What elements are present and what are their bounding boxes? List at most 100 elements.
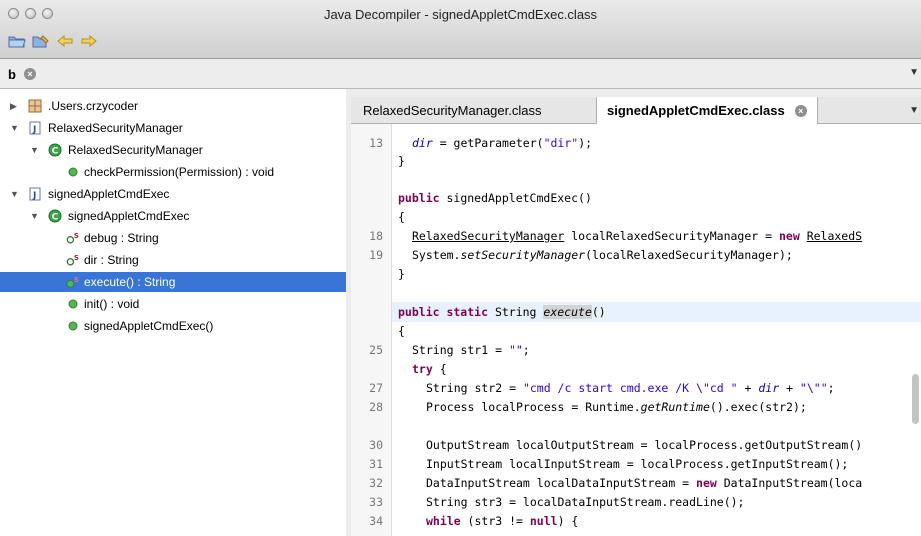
close-icon[interactable]: × [23, 68, 36, 80]
app-window: Java Decompiler - signedAppletCmdExec.cl… [0, 0, 921, 536]
collapse-triangle-icon[interactable]: ▼ [30, 211, 39, 221]
window-title: Java Decompiler - signedAppletCmdExec.cl… [323, 7, 598, 22]
svg-text:S: S [74, 232, 79, 240]
line-number: 13 [369, 136, 383, 150]
svg-text:S: S [74, 276, 79, 284]
method-icon [68, 299, 78, 309]
forward-arrow-icon[interactable] [80, 33, 98, 49]
class-icon: C [48, 143, 62, 157]
tree-item-file[interactable]: ▼ J signedAppletCmdExec [0, 184, 346, 204]
scrollbar-thumb[interactable] [912, 374, 919, 424]
tree-item-label: RelaxedSecurityManager [48, 121, 183, 135]
open-folder-icon[interactable] [8, 33, 26, 49]
tree-item-label: execute() : String [84, 275, 176, 289]
vertical-scrollbar[interactable] [912, 124, 919, 536]
tab-label: signedAppletCmdExec.class [607, 103, 785, 118]
header-tab-row: b × ▼ [0, 59, 921, 89]
code-line: while (str3 != null) { [426, 514, 579, 528]
svg-text:C: C [52, 213, 59, 223]
collapse-triangle-icon[interactable]: ▼ [30, 145, 39, 155]
static-field-icon: S [66, 254, 79, 266]
line-number: 27 [369, 381, 383, 395]
code-line: try { [412, 362, 447, 376]
static-method-icon: S [66, 276, 79, 288]
header-tab[interactable]: b × [8, 64, 36, 84]
tree-item-label: debug : String [84, 231, 159, 245]
svg-text:S: S [74, 254, 79, 262]
line-number: 19 [369, 248, 383, 262]
tree-item-label: signedAppletCmdExec() [84, 319, 214, 333]
code-line: public static String execute() [398, 305, 606, 319]
view-menu-icon[interactable]: ▼ [909, 67, 919, 78]
tree-item-label: init() : void [84, 297, 140, 311]
tree-item-method-selected[interactable]: S execute() : String [0, 272, 346, 292]
code-editor[interactable]: 13 dir = getParameter("dir"); } public s… [351, 124, 921, 536]
static-field-icon: S [66, 232, 79, 244]
svg-text:C: C [52, 147, 59, 157]
tree-item-label: signedAppletCmdExec [48, 187, 170, 201]
line-number: 33 [369, 495, 383, 509]
code-line: Process localProcess = Runtime.getRuntim… [426, 400, 807, 414]
tree-item-field[interactable]: S dir : String [0, 250, 346, 270]
header-tab-label: b [8, 66, 16, 82]
line-number: 18 [369, 229, 383, 243]
tree-item-class[interactable]: ▼ C RelaxedSecurityManager [0, 140, 346, 160]
tree-item-label: RelaxedSecurityManager [68, 143, 203, 157]
tree-item-label: checkPermission(Permission) : void [84, 165, 275, 179]
tree-item-label: signedAppletCmdExec [68, 209, 190, 223]
class-icon: C [48, 209, 62, 223]
line-number: 28 [369, 400, 383, 414]
tree-item-method[interactable]: checkPermission(Permission) : void [0, 162, 346, 182]
tree-item-method[interactable]: signedAppletCmdExec() [0, 316, 346, 336]
java-file-icon: J [29, 187, 41, 201]
code-line: OutputStream localOutputStream = localPr… [426, 438, 863, 452]
tree-item-method[interactable]: init() : void [0, 294, 346, 314]
code-line: } [398, 154, 405, 168]
code-line: { [398, 210, 405, 224]
tab-list-icon[interactable]: ▼ [909, 105, 919, 116]
open-type-icon[interactable] [32, 33, 50, 49]
tree-item-label: .Users.crzycoder [48, 99, 139, 113]
class-tree: ▶ .Users.crzycoder ▼ J RelaxedSecurityMa… [0, 89, 347, 536]
line-number-gutter [351, 124, 392, 536]
line-number: 32 [369, 476, 383, 490]
title-bar: Java Decompiler - signedAppletCmdExec.cl… [0, 0, 921, 59]
close-icon[interactable]: × [794, 104, 807, 117]
pane-splitter[interactable] [346, 89, 350, 536]
collapse-triangle-icon[interactable]: ▼ [10, 123, 19, 133]
code-line: System.setSecurityManager(localRelaxedSe… [412, 248, 793, 262]
code-line: String str2 = "cmd /c start cmd.exe /K \… [426, 381, 835, 395]
line-number: 30 [369, 438, 383, 452]
toolbar [8, 33, 98, 49]
code-line: String str3 = localDataInputStream.readL… [426, 495, 745, 509]
line-number: 31 [369, 457, 383, 471]
code-line: public signedAppletCmdExec() [398, 191, 592, 205]
back-arrow-icon[interactable] [56, 33, 74, 49]
tab-signedappletcmdexec[interactable]: signedAppletCmdExec.class × [596, 97, 818, 124]
method-icon [68, 167, 78, 177]
tree-item-class[interactable]: ▼ C signedAppletCmdExec [0, 206, 346, 226]
code-line: InputStream localInputStream = localProc… [426, 457, 849, 471]
tree-item-label: dir : String [84, 253, 139, 267]
code-line: String str1 = ""; [412, 343, 530, 357]
code-line: { [398, 324, 405, 338]
code-line: } [398, 267, 405, 281]
code-line: RelaxedSecurityManager localRelaxedSecur… [412, 229, 863, 243]
tree-item-package[interactable]: ▶ .Users.crzycoder [0, 96, 346, 116]
tab-label: RelaxedSecurityManager.class [363, 102, 542, 118]
expand-triangle-icon[interactable]: ▶ [10, 101, 17, 112]
method-icon [68, 321, 78, 331]
package-icon [28, 99, 42, 113]
line-number: 34 [369, 514, 383, 528]
code-line: dir = getParameter("dir"); [412, 136, 593, 150]
line-number: 25 [369, 343, 383, 357]
tree-item-field[interactable]: S debug : String [0, 228, 346, 248]
java-file-icon: J [29, 121, 41, 135]
svg-text:J: J [32, 191, 36, 201]
collapse-triangle-icon[interactable]: ▼ [10, 189, 19, 199]
code-line: DataInputStream localDataInputStream = n… [426, 476, 863, 490]
tree-item-file[interactable]: ▼ J RelaxedSecurityManager [0, 118, 346, 138]
editor-tab-bar: RelaxedSecurityManager.class signedApple… [351, 97, 921, 124]
svg-text:J: J [32, 125, 36, 135]
tab-relaxedsecuritymanager[interactable]: RelaxedSecurityManager.class [363, 97, 541, 123]
